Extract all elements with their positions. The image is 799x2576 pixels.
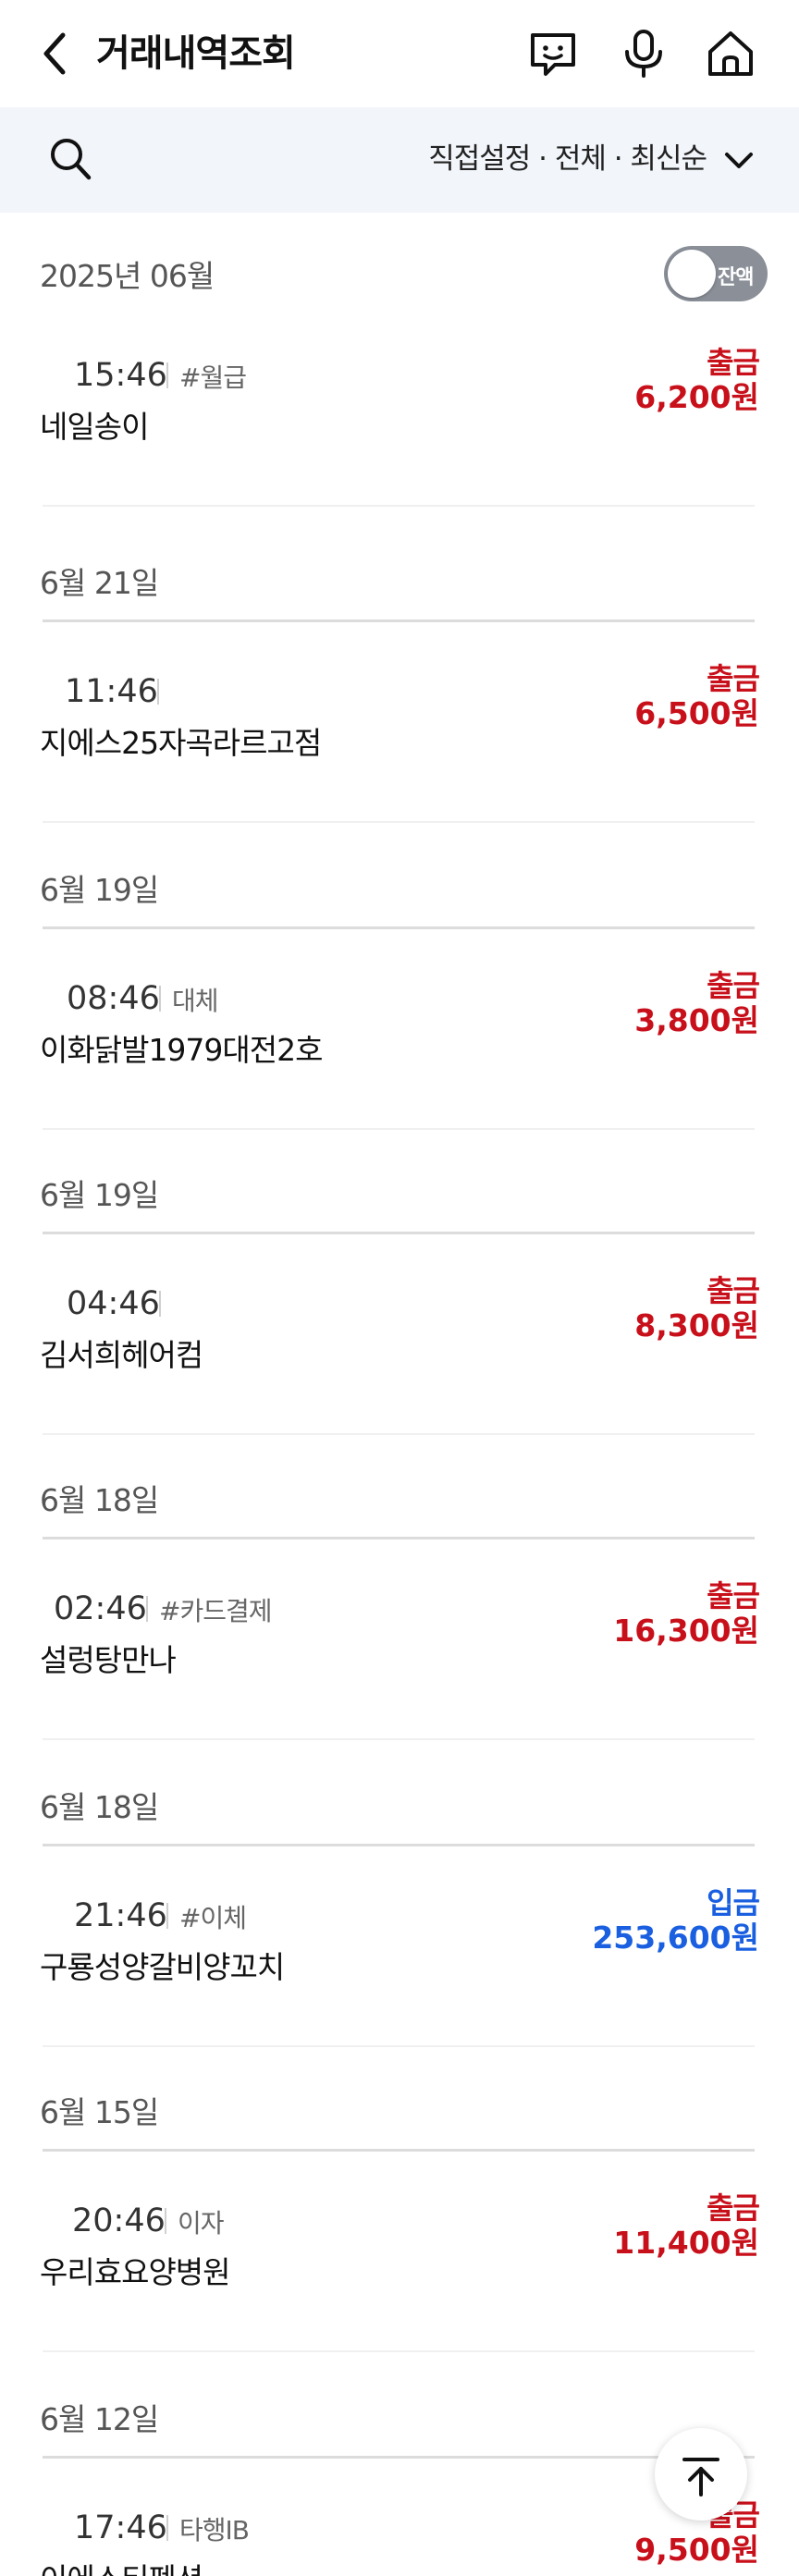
item-divider — [43, 2350, 755, 2352]
page-title: 거래내역조회 — [96, 32, 296, 75]
arrow-up-icon — [682, 2458, 719, 2496]
merchant-name: 네일송이 — [40, 409, 149, 445]
transaction-type: 출금 — [707, 968, 760, 1003]
date-header: 6월 15일 — [40, 2094, 159, 2130]
toggle-knob — [668, 250, 716, 298]
transaction-type: 출금 — [707, 1273, 760, 1308]
transaction-amount: 9,500원 — [634, 2532, 759, 2568]
transaction-type: 입금 — [707, 1885, 760, 1920]
month-label: 2025년 06월 — [40, 258, 215, 294]
transaction-time: 11:46 — [65, 673, 158, 710]
transaction-type: 출금 — [707, 1578, 760, 1613]
time-separator — [166, 2515, 168, 2541]
date-header: 6월 18일 — [40, 1482, 159, 1518]
merchant-name: 김서희헤어컴 — [40, 1337, 203, 1373]
date-divider — [43, 619, 755, 622]
transaction-tag: #이체 — [179, 1903, 247, 1933]
transaction-type: 출금 — [707, 345, 760, 380]
search-icon[interactable] — [48, 136, 92, 182]
transaction-tag: #월급 — [179, 362, 247, 393]
transaction-time: 15:46 — [74, 357, 167, 394]
transaction-amount: 6,500원 — [634, 695, 759, 731]
transaction-time: 02:46 — [54, 1590, 147, 1627]
chevron-down-icon[interactable] — [723, 147, 755, 173]
date-divider — [43, 2149, 755, 2152]
merchant-name: 지에스25자곡라르고점 — [40, 725, 322, 761]
merchant-name: 이에스티펜션 — [40, 2558, 203, 2576]
app-header: 거래내역조회 — [0, 0, 799, 107]
date-divider — [43, 1844, 755, 1846]
transaction-tag: 대체 — [172, 986, 219, 1016]
transaction-amount: 3,800원 — [634, 1002, 759, 1038]
transaction-tag: 타행IB — [179, 2515, 250, 2545]
transaction-time: 08:46 — [67, 980, 160, 1017]
date-header: 6월 19일 — [40, 1177, 159, 1213]
item-divider — [43, 1738, 755, 1740]
item-divider — [43, 1128, 755, 1130]
date-header: 6월 21일 — [40, 565, 159, 601]
time-separator — [159, 1291, 161, 1317]
item-divider — [43, 1433, 755, 1435]
time-separator — [166, 1903, 168, 1929]
transaction-amount: 11,400원 — [613, 2225, 759, 2261]
merchant-name: 이화닭발1979대전2호 — [40, 1032, 323, 1068]
chatbot-icon[interactable] — [527, 28, 579, 80]
transaction-item[interactable]: 6월 19일 08:46 대체이화닭발1979대전2호 출금 3,800원 — [0, 869, 799, 1174]
transaction-amount: 16,300원 — [613, 1613, 759, 1649]
transaction-time: 20:46 — [72, 2202, 166, 2239]
transaction-amount: 8,300원 — [634, 1307, 759, 1343]
transaction-tag: 이자 — [178, 2208, 225, 2239]
date-header: 6월 18일 — [40, 1789, 159, 1825]
transaction-time: 17:46 — [74, 2509, 167, 2546]
date-header: 6월 12일 — [40, 2401, 159, 2437]
transaction-item[interactable]: 6월 19일 04:46 김서희헤어컴 출금 8,300원 — [0, 1174, 799, 1479]
date-divider — [43, 1232, 755, 1234]
transaction-type: 출금 — [707, 661, 760, 696]
time-separator — [165, 2208, 166, 2234]
transaction-amount: 253,600원 — [592, 1920, 759, 1956]
date-divider — [43, 926, 755, 929]
time-separator — [159, 986, 161, 1012]
date-divider — [43, 1537, 755, 1539]
item-divider — [43, 505, 755, 507]
transaction-item[interactable]: 6월 18일 02:46 #카드결제설렁탕만나 출금 16,300원 — [0, 1479, 799, 1785]
merchant-name: 설렁탕만나 — [40, 1642, 177, 1678]
balance-toggle[interactable]: 잔액 — [664, 246, 768, 301]
item-divider — [43, 2045, 755, 2047]
scroll-to-top-button[interactable] — [655, 2428, 747, 2521]
time-separator — [166, 362, 168, 388]
balance-toggle-label: 잔액 — [718, 266, 754, 289]
transaction-item[interactable]: 6월 18일 21:46 #이체구룡성양갈비양꼬치 입금 253,600원 — [0, 1786, 799, 2091]
merchant-name: 구룡성양갈비양꼬치 — [40, 1949, 285, 1985]
item-divider — [43, 821, 755, 823]
time-separator — [157, 679, 159, 705]
home-icon[interactable] — [705, 28, 756, 80]
transaction-amount: 6,200원 — [634, 379, 759, 415]
merchant-name: 우리효요양병원 — [40, 2254, 231, 2290]
transaction-time: 21:46 — [74, 1897, 167, 1934]
transaction-tag: #카드결제 — [159, 1596, 273, 1626]
transaction-time: 04:46 — [67, 1285, 160, 1322]
back-arrow-icon[interactable] — [37, 30, 74, 78]
transaction-item[interactable]: 6월 15일 20:46 이자우리효요양병원 출금 11,400원 — [0, 2091, 799, 2397]
time-separator — [146, 1596, 148, 1622]
filter-summary[interactable]: 직접설정 · 전체 · 최신순 — [428, 139, 707, 179]
date-divider — [43, 2456, 755, 2459]
transaction-item[interactable]: 6월 21일 11:46 지에스25자곡라르고점 출금 6,500원 — [0, 562, 799, 867]
transaction-type: 출금 — [707, 2190, 760, 2226]
microphone-icon[interactable] — [618, 28, 670, 80]
date-header: 6월 19일 — [40, 872, 159, 908]
